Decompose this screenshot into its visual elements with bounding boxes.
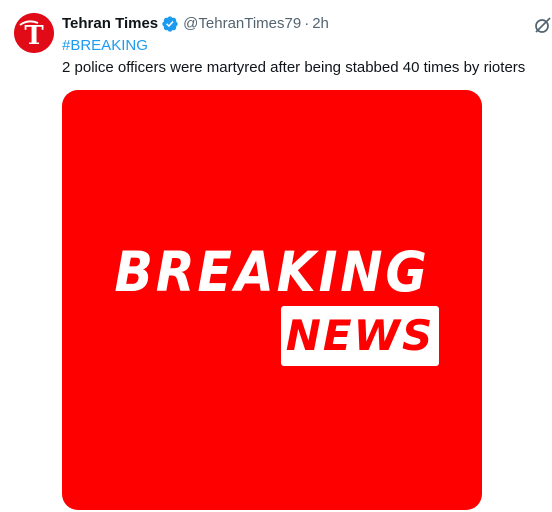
timestamp[interactable]: 2h [312,14,329,34]
media-news-box: NEWS [281,306,439,366]
tweet-card[interactable]: T Tehran Times @TehranTimes79 · 2h #BREA… [0,0,552,512]
tweet-media-image[interactable]: BREAKING NEWS [62,90,482,510]
media-headline: BREAKING [114,240,430,304]
avatar[interactable]: T [14,13,54,53]
user-handle[interactable]: @TehranTimes79 [183,14,301,34]
verified-badge-icon[interactable] [161,15,179,33]
media-subheadline: NEWS [285,311,435,360]
tehran-times-logo-icon: T [14,13,54,53]
hashtag-link[interactable]: #BREAKING [62,36,148,56]
tweet-header: Tehran Times @TehranTimes79 · 2h [62,14,329,34]
display-name[interactable]: Tehran Times [62,14,158,34]
separator-dot: · [304,15,310,32]
avatar-letter: T [24,21,44,51]
grok-icon[interactable] [533,15,552,35]
tweet-text: 2 police officers were martyred after be… [62,59,526,76]
